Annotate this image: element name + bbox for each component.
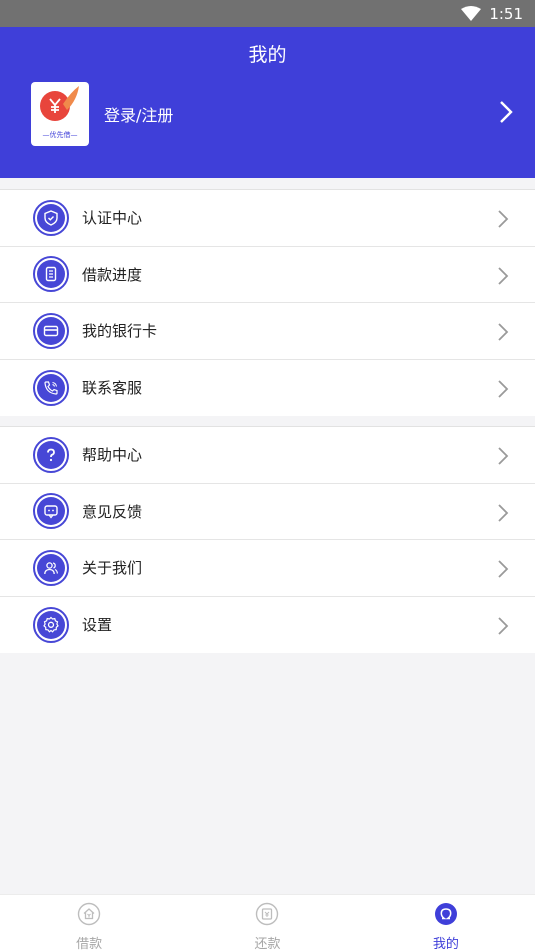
nav-tab-mine[interactable]: 我的 xyxy=(357,895,535,951)
chevron-right-icon xyxy=(497,559,509,583)
menu-item-help-center[interactable]: 帮助中心 xyxy=(0,427,535,484)
menu-item-customer-service[interactable]: 联系客服 xyxy=(0,360,535,417)
menu-item-feedback[interactable]: 意见反馈 xyxy=(0,484,535,540)
menu-item-certification[interactable]: 认证中心 xyxy=(0,190,535,247)
menu-group-account: 认证中心 借款进度 我的银行卡 联系客服 xyxy=(0,189,535,416)
chevron-right-icon xyxy=(497,209,509,233)
bottom-nav: 借款 还款 我的 xyxy=(0,894,535,951)
nav-tab-label: 还款 xyxy=(254,937,281,951)
status-bar: 1:51 xyxy=(0,0,535,27)
chevron-right-icon xyxy=(497,616,509,640)
menu-group-support: 帮助中心 意见反馈 关于我们 设置 xyxy=(0,426,535,653)
menu-item-label: 认证中心 xyxy=(82,209,143,228)
chevron-right-icon xyxy=(499,100,513,128)
bank-card-icon xyxy=(33,312,69,349)
menu-item-label: 关于我们 xyxy=(82,559,143,578)
menu-item-label: 我的银行卡 xyxy=(82,322,158,341)
nav-tab-label: 借款 xyxy=(76,937,103,951)
menu-item-label: 意见反馈 xyxy=(82,502,143,521)
repay-icon xyxy=(255,902,279,930)
app-logo: —优先借— xyxy=(31,82,89,146)
chevron-right-icon xyxy=(497,322,509,346)
users-icon xyxy=(33,549,69,586)
question-icon xyxy=(33,436,69,473)
status-time: 1:51 xyxy=(489,4,523,23)
menu-item-settings[interactable]: 设置 xyxy=(0,597,535,654)
phone-icon xyxy=(33,369,69,406)
page-title: 我的 xyxy=(248,44,287,66)
loan-icon xyxy=(77,902,101,930)
profile-header: 我的 —优先借— 登录/注册 xyxy=(0,27,535,178)
menu-item-label: 帮助中心 xyxy=(82,446,143,465)
document-icon xyxy=(33,256,69,293)
logo-text: —优先借— xyxy=(42,131,78,139)
menu-item-loan-progress[interactable]: 借款进度 xyxy=(0,247,535,303)
nav-tab-loan[interactable]: 借款 xyxy=(0,895,178,951)
menu-item-label: 联系客服 xyxy=(82,379,143,398)
menu-item-bank-card[interactable]: 我的银行卡 xyxy=(0,303,535,360)
profile-icon xyxy=(434,902,458,930)
nav-tab-repay[interactable]: 还款 xyxy=(178,895,356,951)
wifi-icon xyxy=(461,5,482,22)
login-register-label[interactable]: 登录/注册 xyxy=(104,102,173,126)
chevron-right-icon xyxy=(497,446,509,470)
shield-icon xyxy=(33,199,69,236)
chevron-right-icon xyxy=(497,266,509,290)
menu-item-label: 借款进度 xyxy=(82,265,143,284)
nav-tab-label: 我的 xyxy=(432,937,459,951)
gear-icon xyxy=(33,606,69,643)
menu-item-label: 设置 xyxy=(82,616,113,635)
chevron-right-icon xyxy=(497,503,509,527)
chevron-right-icon xyxy=(497,379,509,403)
login-row[interactable]: —优先借— 登录/注册 xyxy=(0,82,535,146)
chat-icon xyxy=(33,493,69,530)
menu-item-about-us[interactable]: 关于我们 xyxy=(0,540,535,597)
